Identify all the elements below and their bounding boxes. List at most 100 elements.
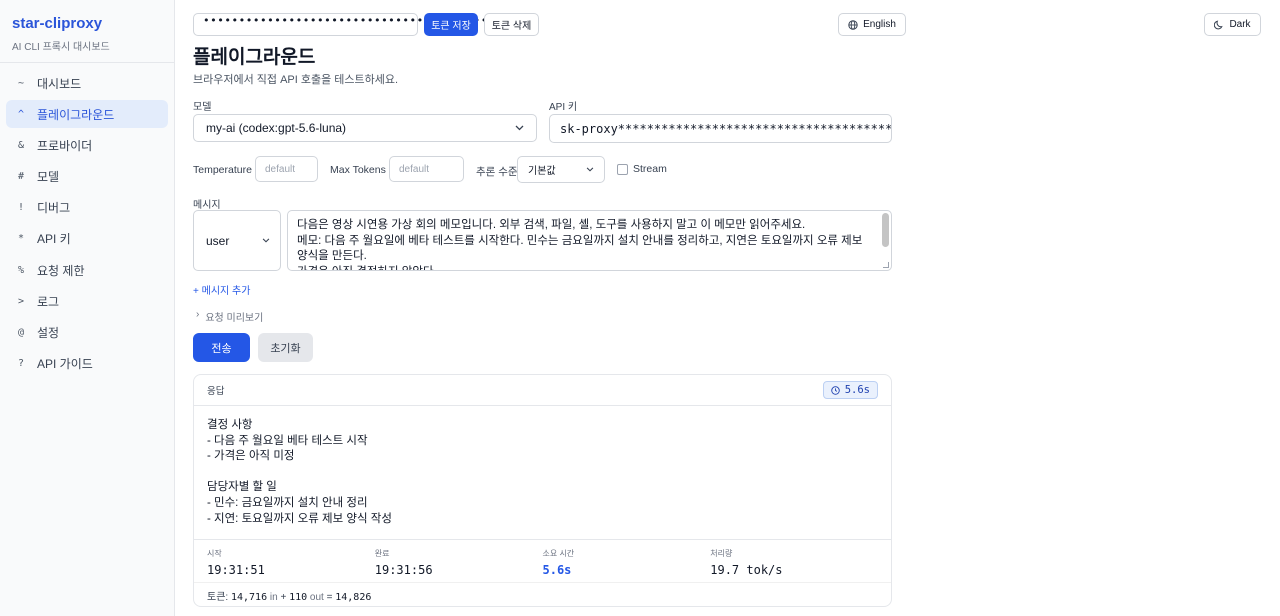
sidebar-item-label: 대시보드 [37, 76, 82, 91]
tokens-prefix: 토큰: [207, 592, 229, 603]
stat-duration: 소요 시간 5.6s [543, 548, 711, 582]
role-value: user [206, 233, 230, 248]
sidebar-item-label: 디버그 [37, 201, 71, 216]
sidebar-item-api-guide[interactable]: ? API 가이드 [6, 350, 168, 378]
send-button[interactable]: 전송 [193, 333, 250, 362]
sidebar-item-settings[interactable]: @ 설정 [6, 319, 168, 347]
sidebar-item-label: 플레이그라운드 [37, 107, 115, 122]
page-description: 브라우저에서 직접 API 호출을 테스트하세요. [193, 74, 399, 86]
stream-label: Stream [633, 163, 667, 175]
stat-throughput: 처리량 19.7 tok/s [710, 548, 878, 582]
chevron-down-icon [586, 167, 594, 172]
moon-icon [1214, 19, 1224, 29]
sidebar-item-api-keys[interactable]: * API 키 [6, 225, 168, 253]
language-button[interactable]: English [838, 13, 906, 36]
prompt-icon: > [18, 295, 25, 307]
elapsed-value: 5.6s [844, 384, 870, 396]
theme-label: Dark [1229, 19, 1251, 30]
request-preview-toggle[interactable]: › 요청 미리보기 [196, 309, 263, 324]
sidebar-item-playground[interactable]: ^ 플레이그라운드 [6, 100, 168, 129]
reasoning-value: 기본값 [528, 166, 556, 177]
tokens-out-value: 110 [289, 592, 308, 603]
reasoning-label: 추론 수준 [476, 166, 518, 178]
stat-label: 소요 시간 [542, 549, 575, 558]
message-textarea[interactable]: 다음은 영상 시연용 가상 회의 메모입니다. 외부 검색, 파일, 셸, 도구… [287, 210, 892, 271]
stat-value: 19:31:51 [207, 563, 265, 577]
temperature-input[interactable]: default [255, 156, 318, 182]
tilde-icon: ~ [18, 77, 25, 89]
sidebar-item-label: 로그 [37, 294, 60, 309]
stat-label: 처리량 [710, 549, 733, 558]
asterisk-icon: * [18, 233, 25, 245]
globe-icon [848, 19, 858, 30]
max-tokens-input[interactable]: default [389, 156, 464, 182]
page-title: 플레이그라운드 [193, 47, 316, 68]
message-scrollbar[interactable] [882, 213, 889, 247]
language-label: English [863, 19, 896, 30]
sidebar-item-label: 모델 [37, 170, 60, 185]
brand: star-cliproxy AI CLI 프록시 대시보드 [0, 0, 174, 63]
save-token-button[interactable]: 토큰 저장 [424, 13, 478, 36]
tokens-out-label: out [309, 592, 324, 603]
token-input[interactable]: ••••••••••••••••••••••••••••••••••••••••… [193, 13, 516, 36]
at-icon: @ [18, 327, 25, 338]
elapsed-badge: 5.6s [822, 381, 878, 399]
request-preview-label: 요청 미리보기 [205, 313, 264, 324]
exclamation-icon: ! [18, 202, 25, 214]
model-label: 모델 [193, 102, 212, 113]
token-usage: 토큰: 14,716 in + 110 out = 14,826 [194, 583, 891, 606]
delete-token-button[interactable]: 토큰 삭제 [484, 13, 539, 36]
stat-value: 19:31:56 [374, 563, 433, 577]
tokens-equals: = [326, 592, 333, 603]
stream-toggle[interactable]: Stream [617, 163, 667, 175]
stat-end: 완료 19:31:56 [375, 548, 543, 582]
add-message-link[interactable]: + 메시지 추가 [193, 282, 250, 297]
sidebar: star-cliproxy AI CLI 프록시 대시보드 ~ 대시보드 ^ 플레이… [0, 0, 175, 616]
apikey-input[interactable]: sk-proxy********************************… [549, 114, 892, 143]
sidebar-item-label: 설정 [37, 326, 60, 340]
app-name[interactable]: star-cliproxy [12, 15, 162, 32]
stat-value: 19.7 tok/s [710, 563, 783, 577]
percent-icon: % [18, 264, 25, 276]
model-value: my-ai (codex:gpt-5.6-luna) [206, 121, 347, 135]
response-stats: 시작 19:31:51 완료 19:31:56 소요 시간 5.6s 처리량 19.7 … [194, 540, 891, 583]
reasoning-select[interactable]: 기본값 [517, 156, 605, 183]
response-header: 응답 5.6s [194, 375, 891, 406]
caret-icon: ^ [18, 108, 25, 120]
theme-toggle-button[interactable]: Dark [1204, 13, 1261, 36]
sidebar-item-dashboard[interactable]: ~ 대시보드 [6, 69, 168, 97]
model-select[interactable]: my-ai (codex:gpt-5.6-luna) [193, 114, 537, 142]
chevron-right-icon: › [196, 309, 200, 320]
stat-start: 시작 19:31:51 [207, 548, 375, 582]
sidebar-item-providers[interactable]: & 프로바이더 [6, 131, 168, 159]
messages-label: 메시지 [193, 200, 221, 211]
stat-label: 완료 [374, 549, 390, 558]
chevron-down-icon [262, 238, 270, 243]
resize-handle[interactable] [883, 262, 889, 268]
response-title: 응답 [207, 386, 225, 397]
tokens-in-label: in [269, 592, 278, 603]
temperature-label: Temperature [193, 164, 252, 176]
sidebar-item-models[interactable]: # 모델 [6, 163, 168, 191]
question-icon: ? [18, 358, 25, 370]
ampersand-icon: & [18, 139, 25, 151]
sidebar-item-logs[interactable]: > 로그 [6, 287, 168, 315]
sidebar-item-label: API 키 [37, 232, 71, 247]
tokens-total: 14,826 [335, 592, 372, 603]
sidebar-item-rate-limits[interactable]: % 요청 제한 [6, 256, 168, 284]
reset-button[interactable]: 초기화 [258, 333, 313, 362]
tokens-plus: + [280, 592, 287, 603]
stat-label: 시작 [207, 549, 222, 558]
sidebar-item-label: 프로바이더 [37, 138, 93, 153]
stat-value: 5.6s [542, 563, 572, 577]
response-card: 응답 5.6s 결정 사항 - 다음 주 월요일 베타 테스트 시작 - 가격은… [193, 374, 892, 607]
stream-checkbox[interactable] [617, 163, 628, 175]
message-text[interactable]: 다음은 영상 시연용 가상 회의 메모입니다. 외부 검색, 파일, 셸, 도구… [288, 211, 891, 270]
hash-icon: # [18, 171, 25, 183]
role-select[interactable]: user [193, 210, 281, 271]
clock-icon [830, 385, 840, 395]
sidebar-item-label: API 가이드 [37, 357, 93, 372]
app-subtitle: AI CLI 프록시 대시보드 [12, 42, 110, 53]
sidebar-item-debug[interactable]: ! 디버그 [6, 194, 168, 222]
chevron-down-icon [515, 125, 524, 131]
